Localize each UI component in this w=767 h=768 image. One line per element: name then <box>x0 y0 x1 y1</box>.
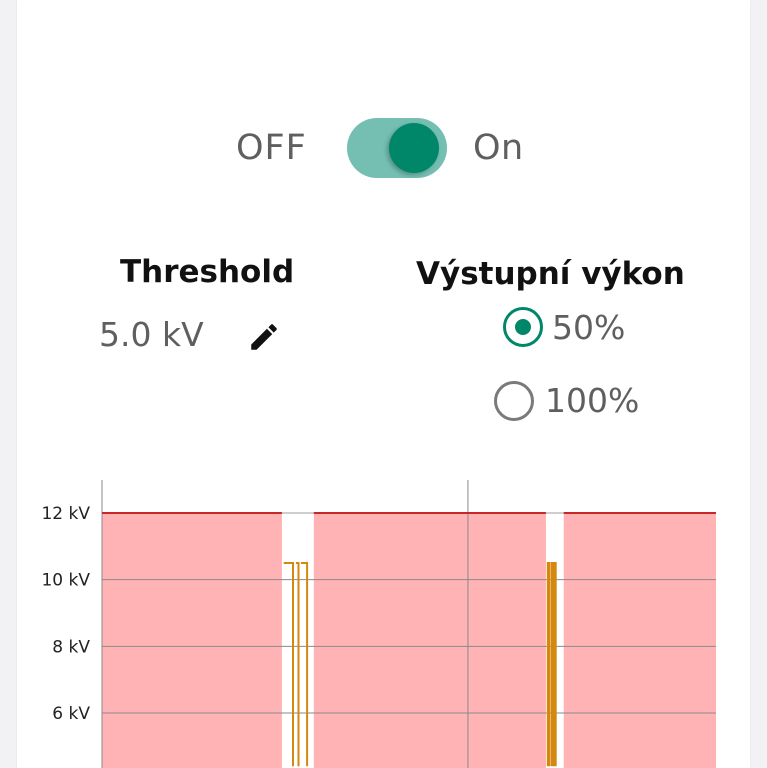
signal-line-2 <box>300 562 309 767</box>
y-tick-label: 6 kV <box>52 704 90 724</box>
y-tick-label: 10 kV <box>41 571 90 591</box>
signal-line-0 <box>283 562 294 767</box>
signal-line-4 <box>550 562 554 767</box>
y-tick-label: 8 kV <box>52 637 90 657</box>
output-power-title: Výstupní výkon <box>416 256 685 292</box>
threshold-value: 5.0 kV <box>99 315 204 354</box>
threshold-title: Threshold <box>120 254 295 290</box>
radio-label-100: 100% <box>545 381 640 420</box>
pencil-icon <box>251 324 277 350</box>
toggle-off-label: OFF <box>236 128 307 168</box>
signal-line-5 <box>553 562 557 767</box>
radio-unchecked-icon <box>494 381 534 421</box>
radio-dot <box>515 319 531 335</box>
area-segment-2 <box>563 513 716 768</box>
signal-line-1 <box>296 562 300 767</box>
area-segment-1 <box>313 513 546 768</box>
voltage-chart: 12 kV 10 kV 8 kV 6 kV <box>41 480 716 768</box>
area-segment-0 <box>102 513 282 768</box>
signal-line-3 <box>546 562 550 767</box>
edit-threshold-button[interactable] <box>247 320 281 354</box>
radio-label-50: 50% <box>552 308 626 347</box>
toggle-thumb <box>389 123 439 173</box>
power-toggle-switch[interactable] <box>347 118 447 178</box>
power-toggle-row: OFF On <box>0 116 767 180</box>
radio-checked-icon <box>503 307 543 347</box>
y-tick-label: 12 kV <box>41 504 90 524</box>
toggle-on-label: On <box>473 128 524 168</box>
